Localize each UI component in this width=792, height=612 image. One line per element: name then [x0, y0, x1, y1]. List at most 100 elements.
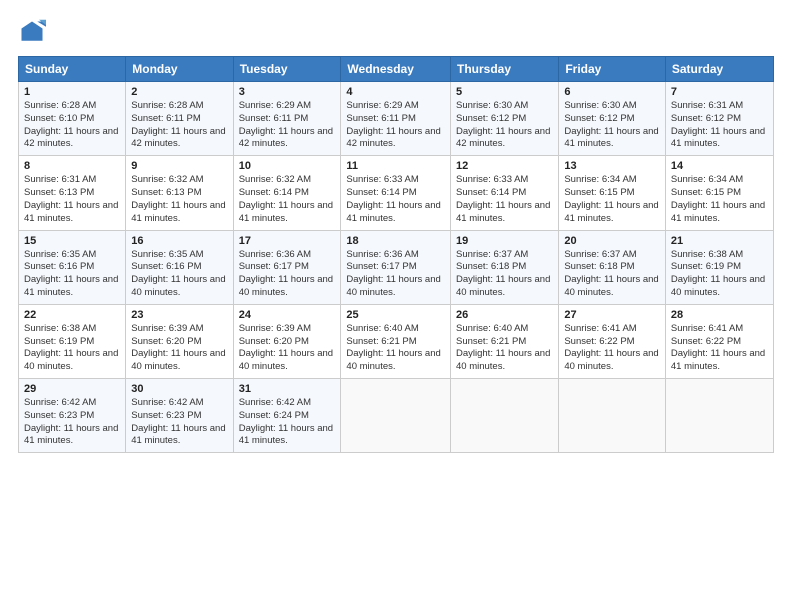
day-number: 20 — [564, 235, 660, 247]
day-number: 12 — [456, 160, 553, 172]
calendar-cell: 24 Sunrise: 6:39 AMSunset: 6:20 PMDaylig… — [233, 304, 341, 378]
calendar-week-2: 8 Sunrise: 6:31 AMSunset: 6:13 PMDayligh… — [19, 156, 774, 230]
day-number: 24 — [239, 309, 336, 321]
calendar-cell: 21 Sunrise: 6:38 AMSunset: 6:19 PMDaylig… — [665, 230, 773, 304]
page-header — [18, 18, 774, 46]
day-number: 7 — [671, 86, 768, 98]
day-info: Sunrise: 6:41 AMSunset: 6:22 PMDaylight:… — [671, 323, 765, 372]
day-number: 14 — [671, 160, 768, 172]
day-number: 29 — [24, 383, 120, 395]
day-info: Sunrise: 6:42 AMSunset: 6:23 PMDaylight:… — [24, 397, 118, 446]
calendar-week-5: 29 Sunrise: 6:42 AMSunset: 6:23 PMDaylig… — [19, 379, 774, 453]
weekday-header-thursday: Thursday — [451, 57, 559, 82]
day-number: 3 — [239, 86, 336, 98]
calendar-cell: 15 Sunrise: 6:35 AMSunset: 6:16 PMDaylig… — [19, 230, 126, 304]
day-number: 27 — [564, 309, 660, 321]
day-number: 6 — [564, 86, 660, 98]
day-number: 16 — [131, 235, 227, 247]
calendar-cell: 22 Sunrise: 6:38 AMSunset: 6:19 PMDaylig… — [19, 304, 126, 378]
calendar-cell — [341, 379, 451, 453]
day-info: Sunrise: 6:30 AMSunset: 6:12 PMDaylight:… — [564, 100, 658, 149]
calendar-cell: 1 Sunrise: 6:28 AMSunset: 6:10 PMDayligh… — [19, 82, 126, 156]
day-number: 17 — [239, 235, 336, 247]
calendar-cell: 4 Sunrise: 6:29 AMSunset: 6:11 PMDayligh… — [341, 82, 451, 156]
day-info: Sunrise: 6:33 AMSunset: 6:14 PMDaylight:… — [346, 174, 440, 223]
day-info: Sunrise: 6:41 AMSunset: 6:22 PMDaylight:… — [564, 323, 658, 372]
day-info: Sunrise: 6:34 AMSunset: 6:15 PMDaylight:… — [671, 174, 765, 223]
day-info: Sunrise: 6:37 AMSunset: 6:18 PMDaylight:… — [456, 249, 550, 298]
day-info: Sunrise: 6:34 AMSunset: 6:15 PMDaylight:… — [564, 174, 658, 223]
calendar-cell: 11 Sunrise: 6:33 AMSunset: 6:14 PMDaylig… — [341, 156, 451, 230]
day-info: Sunrise: 6:31 AMSunset: 6:12 PMDaylight:… — [671, 100, 765, 149]
day-number: 18 — [346, 235, 445, 247]
day-info: Sunrise: 6:36 AMSunset: 6:17 PMDaylight:… — [239, 249, 333, 298]
calendar-page: SundayMondayTuesdayWednesdayThursdayFrid… — [0, 0, 792, 612]
day-info: Sunrise: 6:39 AMSunset: 6:20 PMDaylight:… — [131, 323, 225, 372]
calendar-cell: 23 Sunrise: 6:39 AMSunset: 6:20 PMDaylig… — [126, 304, 233, 378]
day-info: Sunrise: 6:42 AMSunset: 6:24 PMDaylight:… — [239, 397, 333, 446]
logo — [18, 18, 50, 46]
calendar-cell: 14 Sunrise: 6:34 AMSunset: 6:15 PMDaylig… — [665, 156, 773, 230]
day-info: Sunrise: 6:30 AMSunset: 6:12 PMDaylight:… — [456, 100, 550, 149]
weekday-header-wednesday: Wednesday — [341, 57, 451, 82]
day-info: Sunrise: 6:35 AMSunset: 6:16 PMDaylight:… — [24, 249, 118, 298]
calendar-cell: 17 Sunrise: 6:36 AMSunset: 6:17 PMDaylig… — [233, 230, 341, 304]
day-number: 23 — [131, 309, 227, 321]
calendar-cell: 19 Sunrise: 6:37 AMSunset: 6:18 PMDaylig… — [451, 230, 559, 304]
calendar-cell: 31 Sunrise: 6:42 AMSunset: 6:24 PMDaylig… — [233, 379, 341, 453]
day-number: 1 — [24, 86, 120, 98]
calendar-week-4: 22 Sunrise: 6:38 AMSunset: 6:19 PMDaylig… — [19, 304, 774, 378]
day-number: 30 — [131, 383, 227, 395]
day-info: Sunrise: 6:29 AMSunset: 6:11 PMDaylight:… — [346, 100, 440, 149]
day-number: 15 — [24, 235, 120, 247]
calendar-cell — [665, 379, 773, 453]
day-info: Sunrise: 6:37 AMSunset: 6:18 PMDaylight:… — [564, 249, 658, 298]
day-number: 31 — [239, 383, 336, 395]
day-info: Sunrise: 6:32 AMSunset: 6:13 PMDaylight:… — [131, 174, 225, 223]
calendar-cell: 18 Sunrise: 6:36 AMSunset: 6:17 PMDaylig… — [341, 230, 451, 304]
calendar-body: 1 Sunrise: 6:28 AMSunset: 6:10 PMDayligh… — [19, 82, 774, 453]
calendar-cell: 29 Sunrise: 6:42 AMSunset: 6:23 PMDaylig… — [19, 379, 126, 453]
calendar-cell: 16 Sunrise: 6:35 AMSunset: 6:16 PMDaylig… — [126, 230, 233, 304]
calendar-cell: 9 Sunrise: 6:32 AMSunset: 6:13 PMDayligh… — [126, 156, 233, 230]
day-info: Sunrise: 6:28 AMSunset: 6:11 PMDaylight:… — [131, 100, 225, 149]
day-number: 22 — [24, 309, 120, 321]
day-info: Sunrise: 6:42 AMSunset: 6:23 PMDaylight:… — [131, 397, 225, 446]
day-info: Sunrise: 6:38 AMSunset: 6:19 PMDaylight:… — [24, 323, 118, 372]
calendar-cell: 30 Sunrise: 6:42 AMSunset: 6:23 PMDaylig… — [126, 379, 233, 453]
day-info: Sunrise: 6:28 AMSunset: 6:10 PMDaylight:… — [24, 100, 118, 149]
day-number: 9 — [131, 160, 227, 172]
logo-icon — [18, 18, 46, 46]
calendar-cell: 12 Sunrise: 6:33 AMSunset: 6:14 PMDaylig… — [451, 156, 559, 230]
day-info: Sunrise: 6:36 AMSunset: 6:17 PMDaylight:… — [346, 249, 440, 298]
day-info: Sunrise: 6:33 AMSunset: 6:14 PMDaylight:… — [456, 174, 550, 223]
day-info: Sunrise: 6:40 AMSunset: 6:21 PMDaylight:… — [456, 323, 550, 372]
weekday-header-sunday: Sunday — [19, 57, 126, 82]
calendar-cell: 8 Sunrise: 6:31 AMSunset: 6:13 PMDayligh… — [19, 156, 126, 230]
day-number: 8 — [24, 160, 120, 172]
day-info: Sunrise: 6:40 AMSunset: 6:21 PMDaylight:… — [346, 323, 440, 372]
day-number: 4 — [346, 86, 445, 98]
day-info: Sunrise: 6:31 AMSunset: 6:13 PMDaylight:… — [24, 174, 118, 223]
day-number: 13 — [564, 160, 660, 172]
day-number: 5 — [456, 86, 553, 98]
calendar-cell: 10 Sunrise: 6:32 AMSunset: 6:14 PMDaylig… — [233, 156, 341, 230]
weekday-header-monday: Monday — [126, 57, 233, 82]
day-number: 2 — [131, 86, 227, 98]
day-number: 26 — [456, 309, 553, 321]
day-number: 11 — [346, 160, 445, 172]
day-info: Sunrise: 6:35 AMSunset: 6:16 PMDaylight:… — [131, 249, 225, 298]
calendar-cell: 5 Sunrise: 6:30 AMSunset: 6:12 PMDayligh… — [451, 82, 559, 156]
day-number: 25 — [346, 309, 445, 321]
calendar-week-3: 15 Sunrise: 6:35 AMSunset: 6:16 PMDaylig… — [19, 230, 774, 304]
calendar-cell: 7 Sunrise: 6:31 AMSunset: 6:12 PMDayligh… — [665, 82, 773, 156]
calendar-cell: 2 Sunrise: 6:28 AMSunset: 6:11 PMDayligh… — [126, 82, 233, 156]
day-number: 10 — [239, 160, 336, 172]
day-info: Sunrise: 6:29 AMSunset: 6:11 PMDaylight:… — [239, 100, 333, 149]
calendar-cell: 13 Sunrise: 6:34 AMSunset: 6:15 PMDaylig… — [559, 156, 666, 230]
calendar-week-1: 1 Sunrise: 6:28 AMSunset: 6:10 PMDayligh… — [19, 82, 774, 156]
calendar-cell — [451, 379, 559, 453]
calendar-cell — [559, 379, 666, 453]
calendar-cell: 25 Sunrise: 6:40 AMSunset: 6:21 PMDaylig… — [341, 304, 451, 378]
weekday-header-friday: Friday — [559, 57, 666, 82]
